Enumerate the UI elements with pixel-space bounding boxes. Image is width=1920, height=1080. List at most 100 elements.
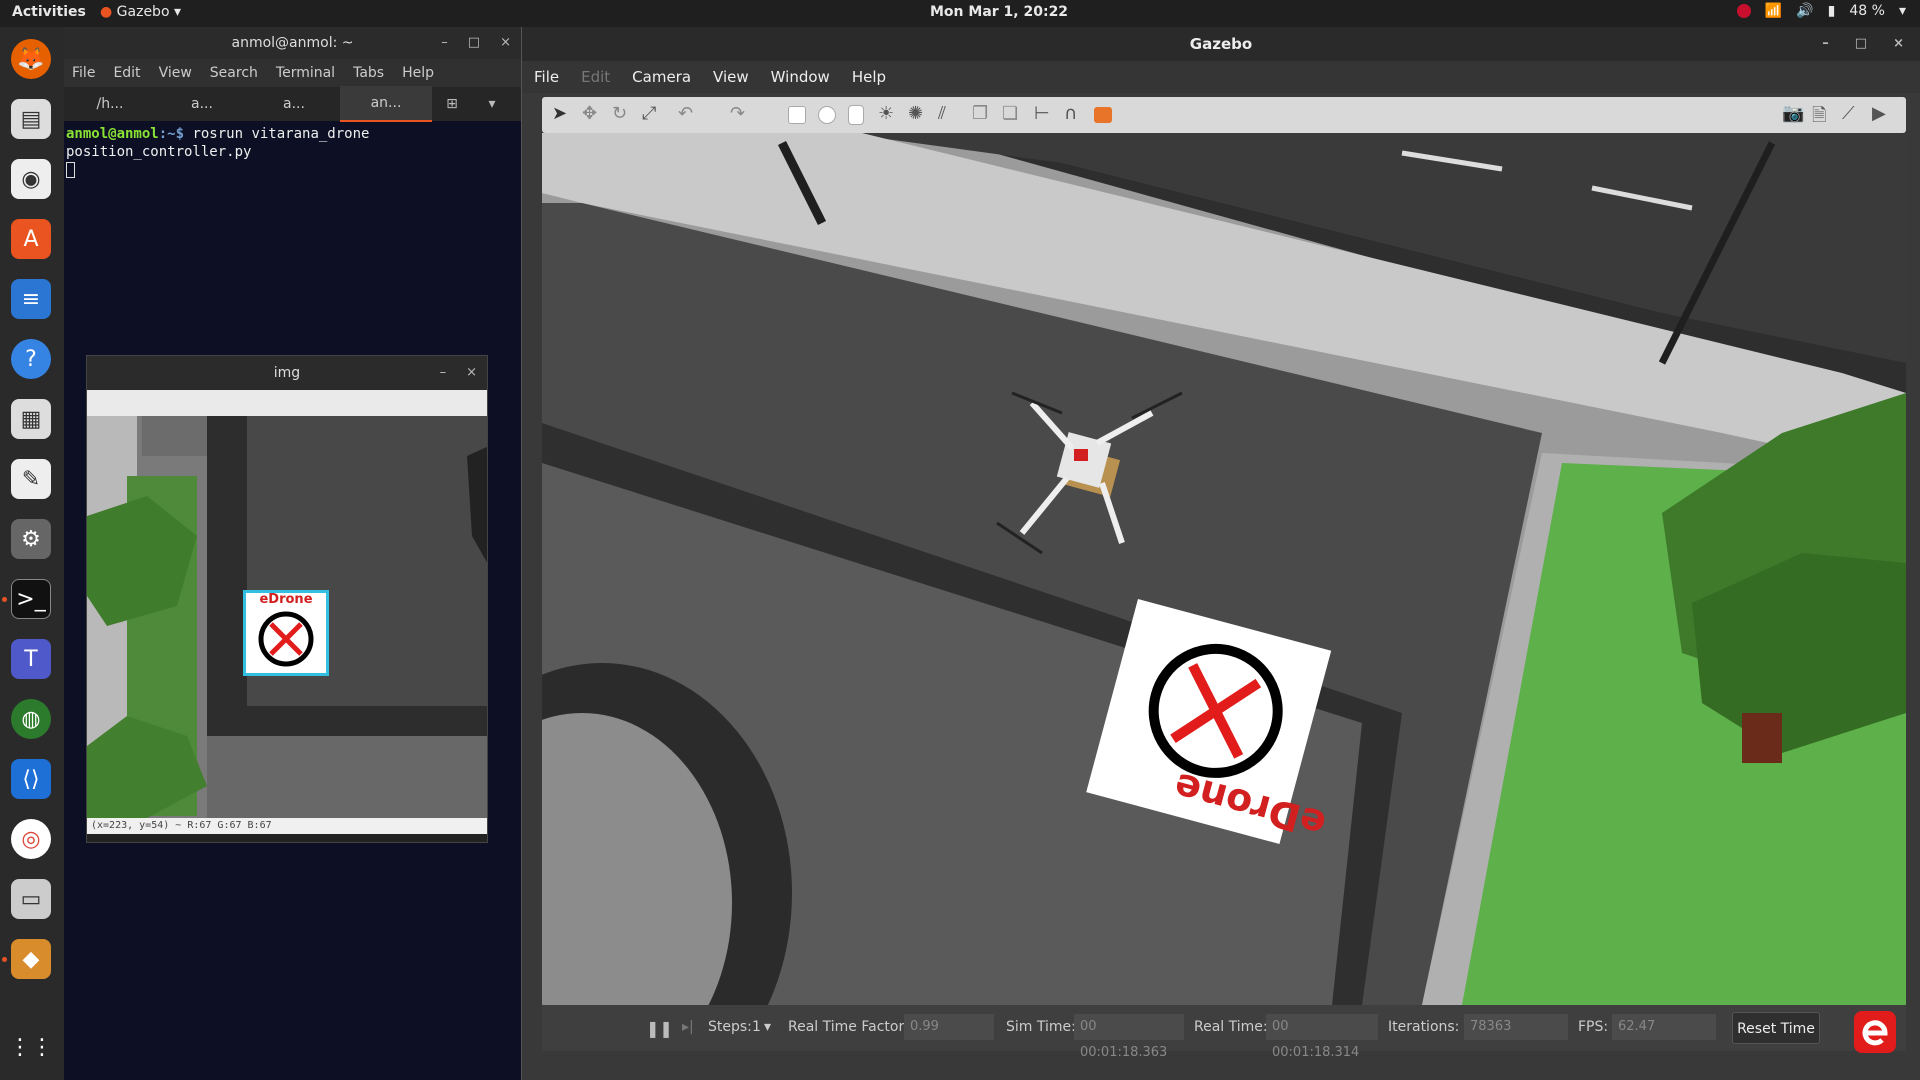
clock[interactable]: Mon Mar 1, 20:22: [930, 4, 1068, 20]
steps-value[interactable]: 1: [752, 1019, 761, 1035]
chevron-down-icon[interactable]: ▾: [472, 96, 512, 112]
terminal-tab[interactable]: a...: [248, 87, 340, 121]
terminal-tab[interactable]: /h...: [64, 87, 156, 121]
step-icon[interactable]: ▸|: [682, 1019, 694, 1035]
gazebo-icon[interactable]: ◆: [11, 939, 51, 979]
change-view-icon[interactable]: [1094, 107, 1112, 123]
video-record-icon[interactable]: ▶: [1872, 103, 1896, 127]
settings-icon[interactable]: ⚙: [11, 519, 51, 559]
menu-camera[interactable]: Camera: [632, 68, 691, 86]
align-icon[interactable]: ⊢: [1034, 103, 1058, 127]
activities-button[interactable]: Activities: [12, 4, 86, 20]
maximize-icon[interactable]: □: [468, 27, 480, 59]
menu-terminal[interactable]: Terminal: [276, 65, 335, 81]
redo-icon[interactable]: ↷: [730, 103, 754, 127]
vscode-icon[interactable]: ⟨⟩: [11, 759, 51, 799]
spot-light-icon[interactable]: ✺: [908, 103, 932, 127]
terminal-titlebar[interactable]: anmol@anmol: ~ – □ ×: [64, 27, 521, 59]
minimize-icon[interactable]: –: [440, 356, 447, 390]
terminal-title: anmol@anmol: ~: [231, 35, 354, 51]
gazebo-toolbar: ➤ ✥ ↻ ⤢ ↶ ↷ ☀ ✺ ⫽ ❐ ❏ ⊢ ∩ 📷 🗎 ⟋ ▶: [542, 97, 1906, 133]
gazebo-title: Gazebo: [1189, 35, 1253, 53]
copy-icon[interactable]: ❐: [972, 103, 996, 127]
rhythmbox-icon[interactable]: ◉: [11, 159, 51, 199]
menu-window[interactable]: Window: [771, 68, 830, 86]
pixel-status: (x=223, y=54) ~ R:67 G:67 B:67: [87, 818, 487, 834]
scale-mode-icon[interactable]: ⤢: [642, 103, 666, 127]
terminal-tab[interactable]: an...: [340, 86, 432, 122]
menu-help[interactable]: Help: [402, 65, 434, 81]
gazebo-window: Gazebo – □ × File Edit Camera View Windo…: [522, 27, 1920, 1080]
menu-help[interactable]: Help: [852, 68, 886, 86]
rtf-label: Real Time Factor:: [788, 1019, 909, 1035]
paste-icon[interactable]: ❏: [1002, 103, 1026, 127]
gazebo-titlebar[interactable]: Gazebo – □ ×: [522, 27, 1920, 61]
img-title: img: [273, 365, 301, 381]
menu-view[interactable]: View: [713, 68, 749, 86]
minimize-icon[interactable]: –: [441, 27, 448, 59]
camera-view[interactable]: eDrone: [87, 416, 487, 818]
menu-file[interactable]: File: [534, 68, 559, 86]
new-tab-icon[interactable]: ⊞: [432, 96, 472, 112]
browser-icon[interactable]: ◍: [11, 699, 51, 739]
software-center-icon[interactable]: A: [11, 219, 51, 259]
chevron-down-icon[interactable]: ▾: [764, 1019, 771, 1035]
plot-icon[interactable]: ⟋: [1842, 103, 1866, 127]
real-time-label: Real Time:: [1194, 1019, 1268, 1035]
app-menu-label: Gazebo: [116, 4, 170, 20]
image-viewer-icon[interactable]: ▭: [11, 879, 51, 919]
directional-light-icon[interactable]: ⫽: [938, 103, 962, 127]
prompt-user: anmol@anmol: [66, 126, 159, 142]
menu-file[interactable]: File: [72, 65, 95, 81]
close-icon[interactable]: ×: [466, 356, 477, 390]
app-menu[interactable]: ● Gazebo ▾: [100, 4, 181, 20]
close-icon[interactable]: ×: [500, 27, 511, 59]
menu-edit[interactable]: Edit: [113, 65, 140, 81]
menu-view[interactable]: View: [159, 65, 192, 81]
undo-icon[interactable]: ↶: [678, 103, 702, 127]
rotate-mode-icon[interactable]: ↻: [612, 103, 636, 127]
files-icon[interactable]: ▤: [11, 99, 51, 139]
calculator-icon[interactable]: ▦: [11, 399, 51, 439]
chevron-down-icon: ▾: [1898, 3, 1906, 19]
translate-mode-icon[interactable]: ✥: [582, 103, 606, 127]
cylinder-shape-icon[interactable]: [848, 105, 864, 125]
select-mode-icon[interactable]: ➤: [552, 103, 576, 127]
chrome-icon[interactable]: ◎: [11, 819, 51, 859]
screenshot-icon[interactable]: 📷: [1782, 103, 1806, 127]
minimize-icon[interactable]: –: [1822, 27, 1829, 61]
chevron-down-icon: ▾: [173, 4, 181, 20]
maximize-icon[interactable]: □: [1855, 27, 1867, 61]
recording-icon[interactable]: [1736, 4, 1751, 18]
log-icon[interactable]: 🗎: [1812, 103, 1836, 127]
help-icon[interactable]: ?: [11, 339, 51, 379]
menu-edit[interactable]: Edit: [581, 68, 610, 86]
menu-tabs[interactable]: Tabs: [353, 65, 384, 81]
menu-search[interactable]: Search: [210, 65, 258, 81]
marker-x-icon: [258, 611, 314, 667]
active-indicator: [2, 957, 7, 962]
teams-icon[interactable]: T: [11, 639, 51, 679]
close-icon[interactable]: ×: [1893, 27, 1904, 61]
rtf-value: 0.99: [904, 1014, 994, 1040]
terminal-tab[interactable]: a...: [156, 87, 248, 121]
3d-viewport[interactable]: eDrone: [542, 133, 1906, 1005]
terminal-icon[interactable]: >_: [11, 579, 51, 619]
active-indicator: [2, 597, 7, 602]
snap-icon[interactable]: ∩: [1064, 103, 1088, 127]
writer-icon[interactable]: ≡: [11, 279, 51, 319]
sphere-shape-icon[interactable]: [818, 106, 836, 124]
volume-icon: 🔊: [1796, 3, 1814, 19]
gazebo-menubar: File Edit Camera View Window Help: [522, 61, 1920, 93]
show-apps-icon[interactable]: ⋮⋮: [9, 1027, 53, 1067]
sim-time-value: 00 00:01:18.363: [1074, 1014, 1184, 1060]
real-time-value: 00 00:01:18.314: [1266, 1014, 1378, 1060]
point-light-icon[interactable]: ☀: [878, 103, 902, 127]
pause-icon[interactable]: ❚❚: [646, 1019, 673, 1038]
firefox-icon[interactable]: 🦊: [11, 39, 51, 79]
img-titlebar[interactable]: img – ×: [87, 356, 487, 390]
system-tray[interactable]: 📶 🔊 ▮ 48 % ▾: [1736, 3, 1906, 19]
screenshot-icon[interactable]: ✎: [11, 459, 51, 499]
box-shape-icon[interactable]: [788, 106, 806, 124]
reset-time-button[interactable]: Reset Time: [1732, 1012, 1820, 1044]
